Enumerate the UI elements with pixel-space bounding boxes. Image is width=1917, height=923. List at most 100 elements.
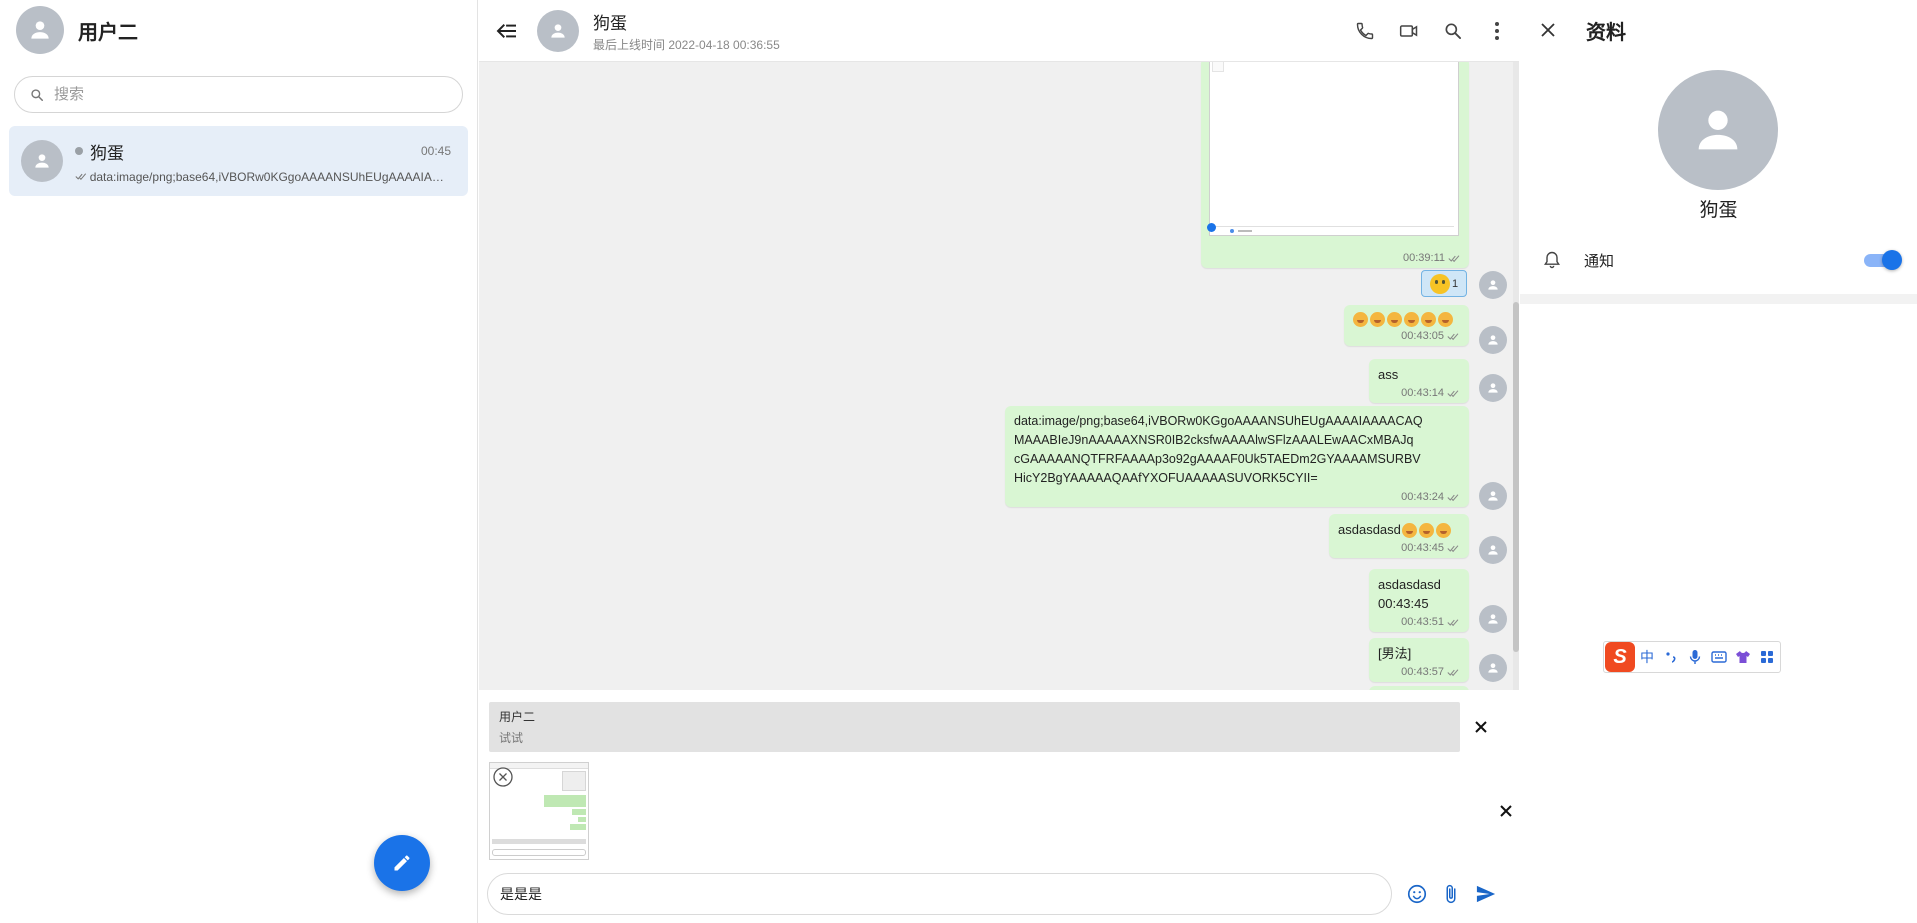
message-avatar (1479, 605, 1507, 633)
notification-toggle[interactable] (1864, 250, 1902, 270)
double-check-icon (1447, 332, 1459, 340)
conversation-preview-text: data:image/png;base64,iVBORw0KGgoAAAANSU… (89, 169, 451, 184)
profile-title: 资料 (1586, 21, 1626, 44)
notification-row: 通知 (1542, 245, 1902, 275)
grinning-face-icon (1418, 523, 1434, 539)
message-text-content: [男法] (1378, 646, 1412, 661)
conversation-top: 狗蛋 00:45 (75, 139, 451, 164)
message-time: 00:39:11 (1402, 252, 1445, 264)
person-icon (31, 21, 49, 39)
reply-text: 试试 (499, 731, 524, 745)
user-avatar[interactable] (16, 6, 64, 54)
message-avatar (1479, 536, 1507, 564)
close-icon (1500, 805, 1512, 817)
call-button[interactable] (1343, 9, 1387, 53)
search-input[interactable] (54, 86, 434, 103)
conversation-item[interactable]: 狗蛋 00:45 data:image/png;base64,iVBORw0KG… (9, 126, 468, 196)
message-image[interactable]: 00:39:11 (1201, 62, 1469, 268)
double-check-icon (1447, 668, 1459, 676)
close-icon (1475, 721, 1487, 733)
message-avatar (1479, 271, 1507, 299)
ime-keyboard-icon[interactable] (1707, 645, 1731, 669)
message-avatar (1479, 326, 1507, 354)
close-profile-button[interactable] (1534, 16, 1562, 44)
message-text-content: data:image/png;base64,iVBORw0KGgoAAAANSU… (1014, 414, 1423, 485)
message-composer[interactable] (487, 873, 1392, 915)
send-icon (1476, 885, 1496, 903)
message-text-content: asdasdasd 00:43:45 (1378, 577, 1441, 611)
reaction-chip[interactable]: 1 (1421, 270, 1467, 297)
peer-avatar[interactable] (537, 9, 579, 52)
send-button[interactable] (1471, 879, 1501, 909)
message-text[interactable]: asdasdasd 00:43:45 (1329, 514, 1469, 558)
emoji-button[interactable] (1402, 879, 1432, 909)
message-image-thumbnail[interactable] (1207, 62, 1459, 236)
smiley-icon (1407, 884, 1427, 904)
new-chat-button[interactable] (374, 835, 430, 891)
message-time: 00:43:57 (1401, 666, 1444, 678)
profile-avatar (1658, 70, 1778, 190)
ime-apps-icon[interactable] (1755, 645, 1779, 669)
close-icon (1541, 23, 1555, 37)
message-time: 00:43:24 (1401, 491, 1444, 503)
message-text[interactable]: ass 00:43:14 (1369, 359, 1469, 403)
video-camera-icon (1399, 25, 1418, 37)
double-check-icon (1447, 618, 1459, 626)
ime-skin-icon[interactable] (1731, 645, 1755, 669)
message-emoji[interactable]: 00:43:05 (1344, 305, 1469, 347)
ime-logo[interactable]: S (1605, 642, 1635, 672)
message-text-content: ass (1378, 367, 1399, 382)
message-meta: 00:43:51 (1378, 616, 1460, 628)
person-icon (1698, 110, 1738, 150)
grinning-face-icon (1435, 523, 1451, 539)
ime-microphone-icon[interactable] (1683, 645, 1707, 669)
remove-attachment-button[interactable] (492, 766, 514, 788)
ime-punctuation-icon[interactable] (1659, 645, 1683, 669)
person-icon (1488, 335, 1498, 345)
ime-toolbar[interactable]: S 中 (1603, 641, 1781, 673)
notification-label: 通知 (1584, 252, 1615, 270)
message-avatar (1479, 374, 1507, 402)
message-avatar (1479, 482, 1507, 510)
person-icon (1488, 663, 1498, 673)
scrollbar-thumb[interactable] (1513, 302, 1519, 652)
user-name: 用户二 (78, 21, 138, 44)
message-time: 00:43:45 (1401, 542, 1444, 554)
message-list[interactable]: 00:39:11 1 00:43:05 ass 00:43:14 data:im… (479, 62, 1519, 690)
emoji-icon (1353, 312, 1368, 328)
sidebar-header: 用户二 (0, 0, 477, 60)
message-time: 00:43:05 (1401, 330, 1444, 343)
close-reply-button[interactable] (1469, 715, 1493, 739)
message-text[interactable]: [男法] 00:43:57 (1369, 638, 1469, 682)
message-time: 00:43:51 (1401, 616, 1444, 628)
attach-file-button[interactable] (1436, 879, 1466, 909)
double-check-icon (1447, 493, 1459, 501)
pencil-icon (394, 855, 410, 871)
video-call-button[interactable] (1387, 9, 1431, 53)
message-input[interactable] (500, 886, 1360, 902)
profile-divider (1520, 294, 1917, 304)
search-box[interactable] (14, 76, 463, 113)
grinning-face-icon (1401, 523, 1417, 539)
message-text-content: asdasdasd (1338, 522, 1401, 537)
message-text[interactable]: asdasdasd 00:43:45 00:43:51 (1369, 569, 1469, 632)
emoji-icon (1370, 312, 1385, 328)
message-text[interactable]: data:image/png;base64,iVBORw0KGgoAAAANSU… (1005, 406, 1469, 507)
search-messages-button[interactable] (1431, 9, 1475, 53)
offline-dot (75, 147, 83, 155)
ime-mode[interactable]: 中 (1635, 645, 1659, 669)
person-icon (1488, 383, 1498, 393)
conversation-time: 00:45 (420, 144, 451, 158)
phone-icon (1356, 22, 1374, 40)
back-button[interactable] (493, 17, 521, 45)
chat-header-actions (1343, 0, 1519, 62)
double-check-icon (1447, 544, 1459, 552)
double-check-icon (1448, 254, 1460, 262)
more-options-button[interactable] (1475, 9, 1519, 53)
message-text-row: asdasdasd (1338, 520, 1460, 539)
person-icon (1488, 280, 1498, 290)
person-icon (1488, 614, 1498, 624)
close-attachments-button[interactable] (1494, 799, 1518, 823)
person-icon (1488, 491, 1498, 501)
bell-icon (1544, 251, 1560, 269)
